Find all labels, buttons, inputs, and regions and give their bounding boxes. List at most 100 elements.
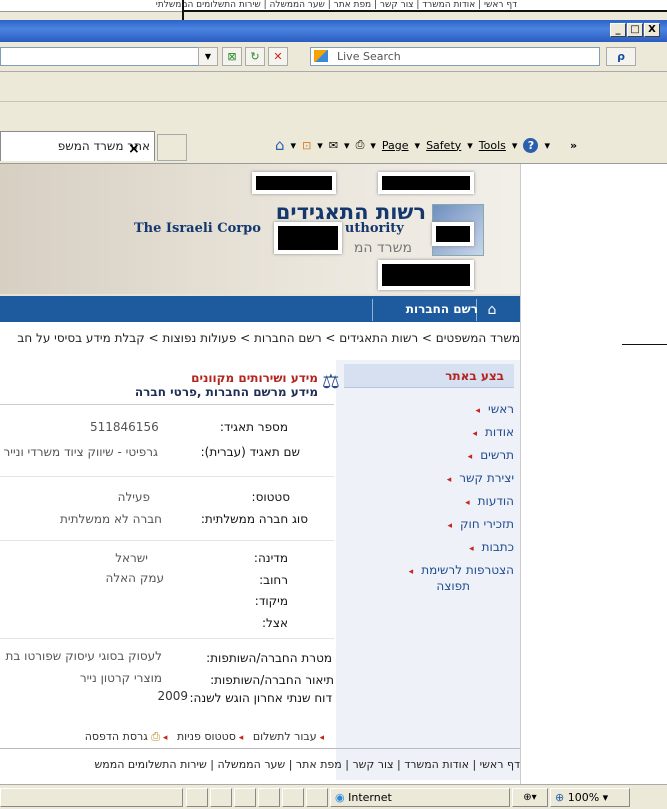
sidebar-item-home[interactable]: ראשי [475, 402, 514, 416]
stop-icon[interactable]: ✕ [268, 47, 288, 66]
section-subtitle: מידע מרשם החברות ,פרטי חברה [134, 385, 318, 399]
address-input[interactable] [0, 47, 218, 66]
search-input[interactable]: Live Search [310, 47, 600, 66]
redaction-box [432, 222, 474, 246]
divider [0, 476, 334, 477]
print-icon[interactable]: ⎙ [356, 138, 365, 152]
menu-bar [0, 72, 667, 102]
street-label: רחוב: [259, 573, 288, 587]
description-value: מוצרי קרטון נייר [79, 671, 162, 685]
street-value: עמק האלה [105, 571, 164, 585]
gov-type-label: סוג חברה ממשלתית: [200, 512, 308, 526]
corp-number-label: מספר תאגיד: [219, 420, 288, 434]
redaction-box [378, 172, 474, 194]
annual-report-value: 2009 [157, 689, 188, 703]
corp-name-value: גרפיטי - שיווק ציוד משרדי ונייר [3, 445, 159, 459]
mail-icon[interactable]: ✉ [329, 139, 338, 152]
sidebar-item-contact[interactable]: יצירת קשר [447, 471, 514, 485]
help-icon[interactable]: ? [523, 137, 539, 153]
close-window-button[interactable]: X [644, 23, 660, 37]
sidebar-item-memos[interactable]: תזכירי חוק [448, 517, 514, 531]
sidebar-item-notices[interactable]: הודעות [465, 494, 514, 508]
zoom-control[interactable]: ⊕ 100% ▾ [550, 788, 630, 807]
zoom-icon: ⊕ [555, 791, 565, 804]
redaction-box [252, 172, 336, 194]
action-links: ◂ עבור לתשלום ◂ סטטוס פניות ◂ ⎙ גרסת הדפ… [84, 730, 324, 743]
corp-name-label: שם תאגיד (עברית): [200, 445, 300, 459]
attn-label: אצל: [261, 616, 288, 630]
globe-icon: ◉ [335, 791, 345, 804]
sidebar: בצע באתר ראשי אודות תרשים יצירת קשר הודע… [336, 360, 520, 780]
page-margin [520, 164, 667, 784]
compat-icon[interactable]: ⊠ [222, 47, 242, 66]
status-value: פעילה [117, 490, 150, 504]
address-bar: ▼ ⊠ ↻ ✕ Live Search ρ [0, 42, 667, 72]
sidebar-item-articles[interactable]: כתבות [469, 540, 514, 554]
divider [622, 344, 667, 345]
country-value: ישראל [115, 551, 148, 565]
description-label: תיאור החברה/השותפות: [210, 673, 334, 687]
purpose-value: לעסוק בסוגי עיסוק שפורטו בת [5, 649, 162, 663]
minimize-button[interactable]: _ [610, 23, 626, 37]
home-icon[interactable]: ⌂ [482, 300, 502, 320]
search-go-icon[interactable]: ρ [606, 47, 636, 66]
status-link[interactable]: סטטוס פניות [177, 730, 236, 743]
sidebar-item-about[interactable]: אודות [472, 425, 514, 439]
country-label: מדינה: [253, 551, 288, 565]
more-chevron-icon[interactable]: » [570, 139, 577, 152]
sidebar-item-chart[interactable]: תרשים [468, 448, 514, 462]
divider [0, 540, 334, 541]
zip-label: מיקוד: [254, 594, 288, 608]
status-cell [210, 788, 232, 807]
restore-button[interactable]: □ [627, 23, 643, 37]
divider [0, 748, 520, 749]
section-title: מידע ושירותים מקוונים [191, 371, 318, 385]
gov-type-value: חברה לא ממשלתית [60, 512, 162, 526]
window-titlebar: _ □ X [0, 20, 667, 42]
divider [182, 10, 667, 12]
safety-menu[interactable]: Safety [426, 139, 461, 152]
sidebar-item-subscribe[interactable]: הצטרפות לרשימת [409, 563, 514, 577]
feeds-icon[interactable]: ⊡ [302, 139, 311, 152]
divider [0, 638, 334, 639]
new-tab-button[interactable] [157, 134, 187, 161]
status-cell [186, 788, 208, 807]
live-search-icon [314, 50, 328, 62]
footer-links[interactable]: דף ראשי | אודות המשרד | צור קשר | מפת את… [94, 758, 520, 771]
sidebar-item-subscribe-cont[interactable]: תפוצה [436, 579, 470, 593]
redaction-box [274, 222, 342, 254]
redaction-box [378, 260, 474, 290]
protected-mode-icon[interactable]: ⊕▾ [512, 788, 548, 807]
pay-link[interactable]: עבור לתשלום [253, 730, 317, 743]
command-bar: ⌂ ▾ ⊡ ▾ ✉ ▾ ⎙ ▾ Page ▾ Safety ▾ Tools ▾ ? ▾ » [275, 136, 578, 154]
divider [372, 299, 373, 321]
printer-icon[interactable]: ⎙ [151, 730, 160, 743]
refresh-icon[interactable]: ↻ [245, 47, 265, 66]
nav-registrar-link[interactable]: רשם החברות [406, 302, 478, 316]
site-banner: רשות התאגידים The Israeli Corpo uthority … [0, 164, 520, 294]
site-subtitle: משרד המ [353, 240, 412, 256]
purpose-label: מטרת החברה/השותפות: [206, 651, 332, 665]
status-cell [258, 788, 280, 807]
tools-menu[interactable]: Tools [479, 139, 506, 152]
web-page: רשות התאגידים The Israeli Corpo uthority … [0, 164, 520, 784]
scales-icon: ⚖ [322, 369, 340, 393]
status-bar: ◉ Internet ⊕▾ ⊕ 100% ▾ [0, 784, 667, 809]
nav-strip: ⌂ רשם החברות [0, 294, 520, 322]
status-label: סטטוס: [251, 490, 290, 504]
zone-indicator: ◉ Internet [330, 788, 510, 807]
status-text [0, 788, 183, 807]
breadcrumb[interactable]: משרד המשפטים > רשות התאגידים > רשם החברו… [17, 331, 520, 345]
dropdown-icon[interactable]: ▼ [198, 47, 218, 66]
home-icon[interactable]: ⌂ [275, 136, 285, 154]
annual-report-label: דוח שנתי אחרון הוגש לשנה: [189, 691, 332, 705]
page-menu[interactable]: Page [382, 139, 409, 152]
divider [0, 404, 334, 405]
print-version-link[interactable]: גרסת הדפסה [85, 730, 148, 743]
status-cell [282, 788, 304, 807]
status-cell [306, 788, 328, 807]
site-title-english: The Israeli Corpo uthority [134, 221, 404, 236]
sidebar-heading: בצע באתר [344, 364, 514, 388]
close-tab-icon[interactable]: × [128, 141, 140, 157]
status-cell [234, 788, 256, 807]
